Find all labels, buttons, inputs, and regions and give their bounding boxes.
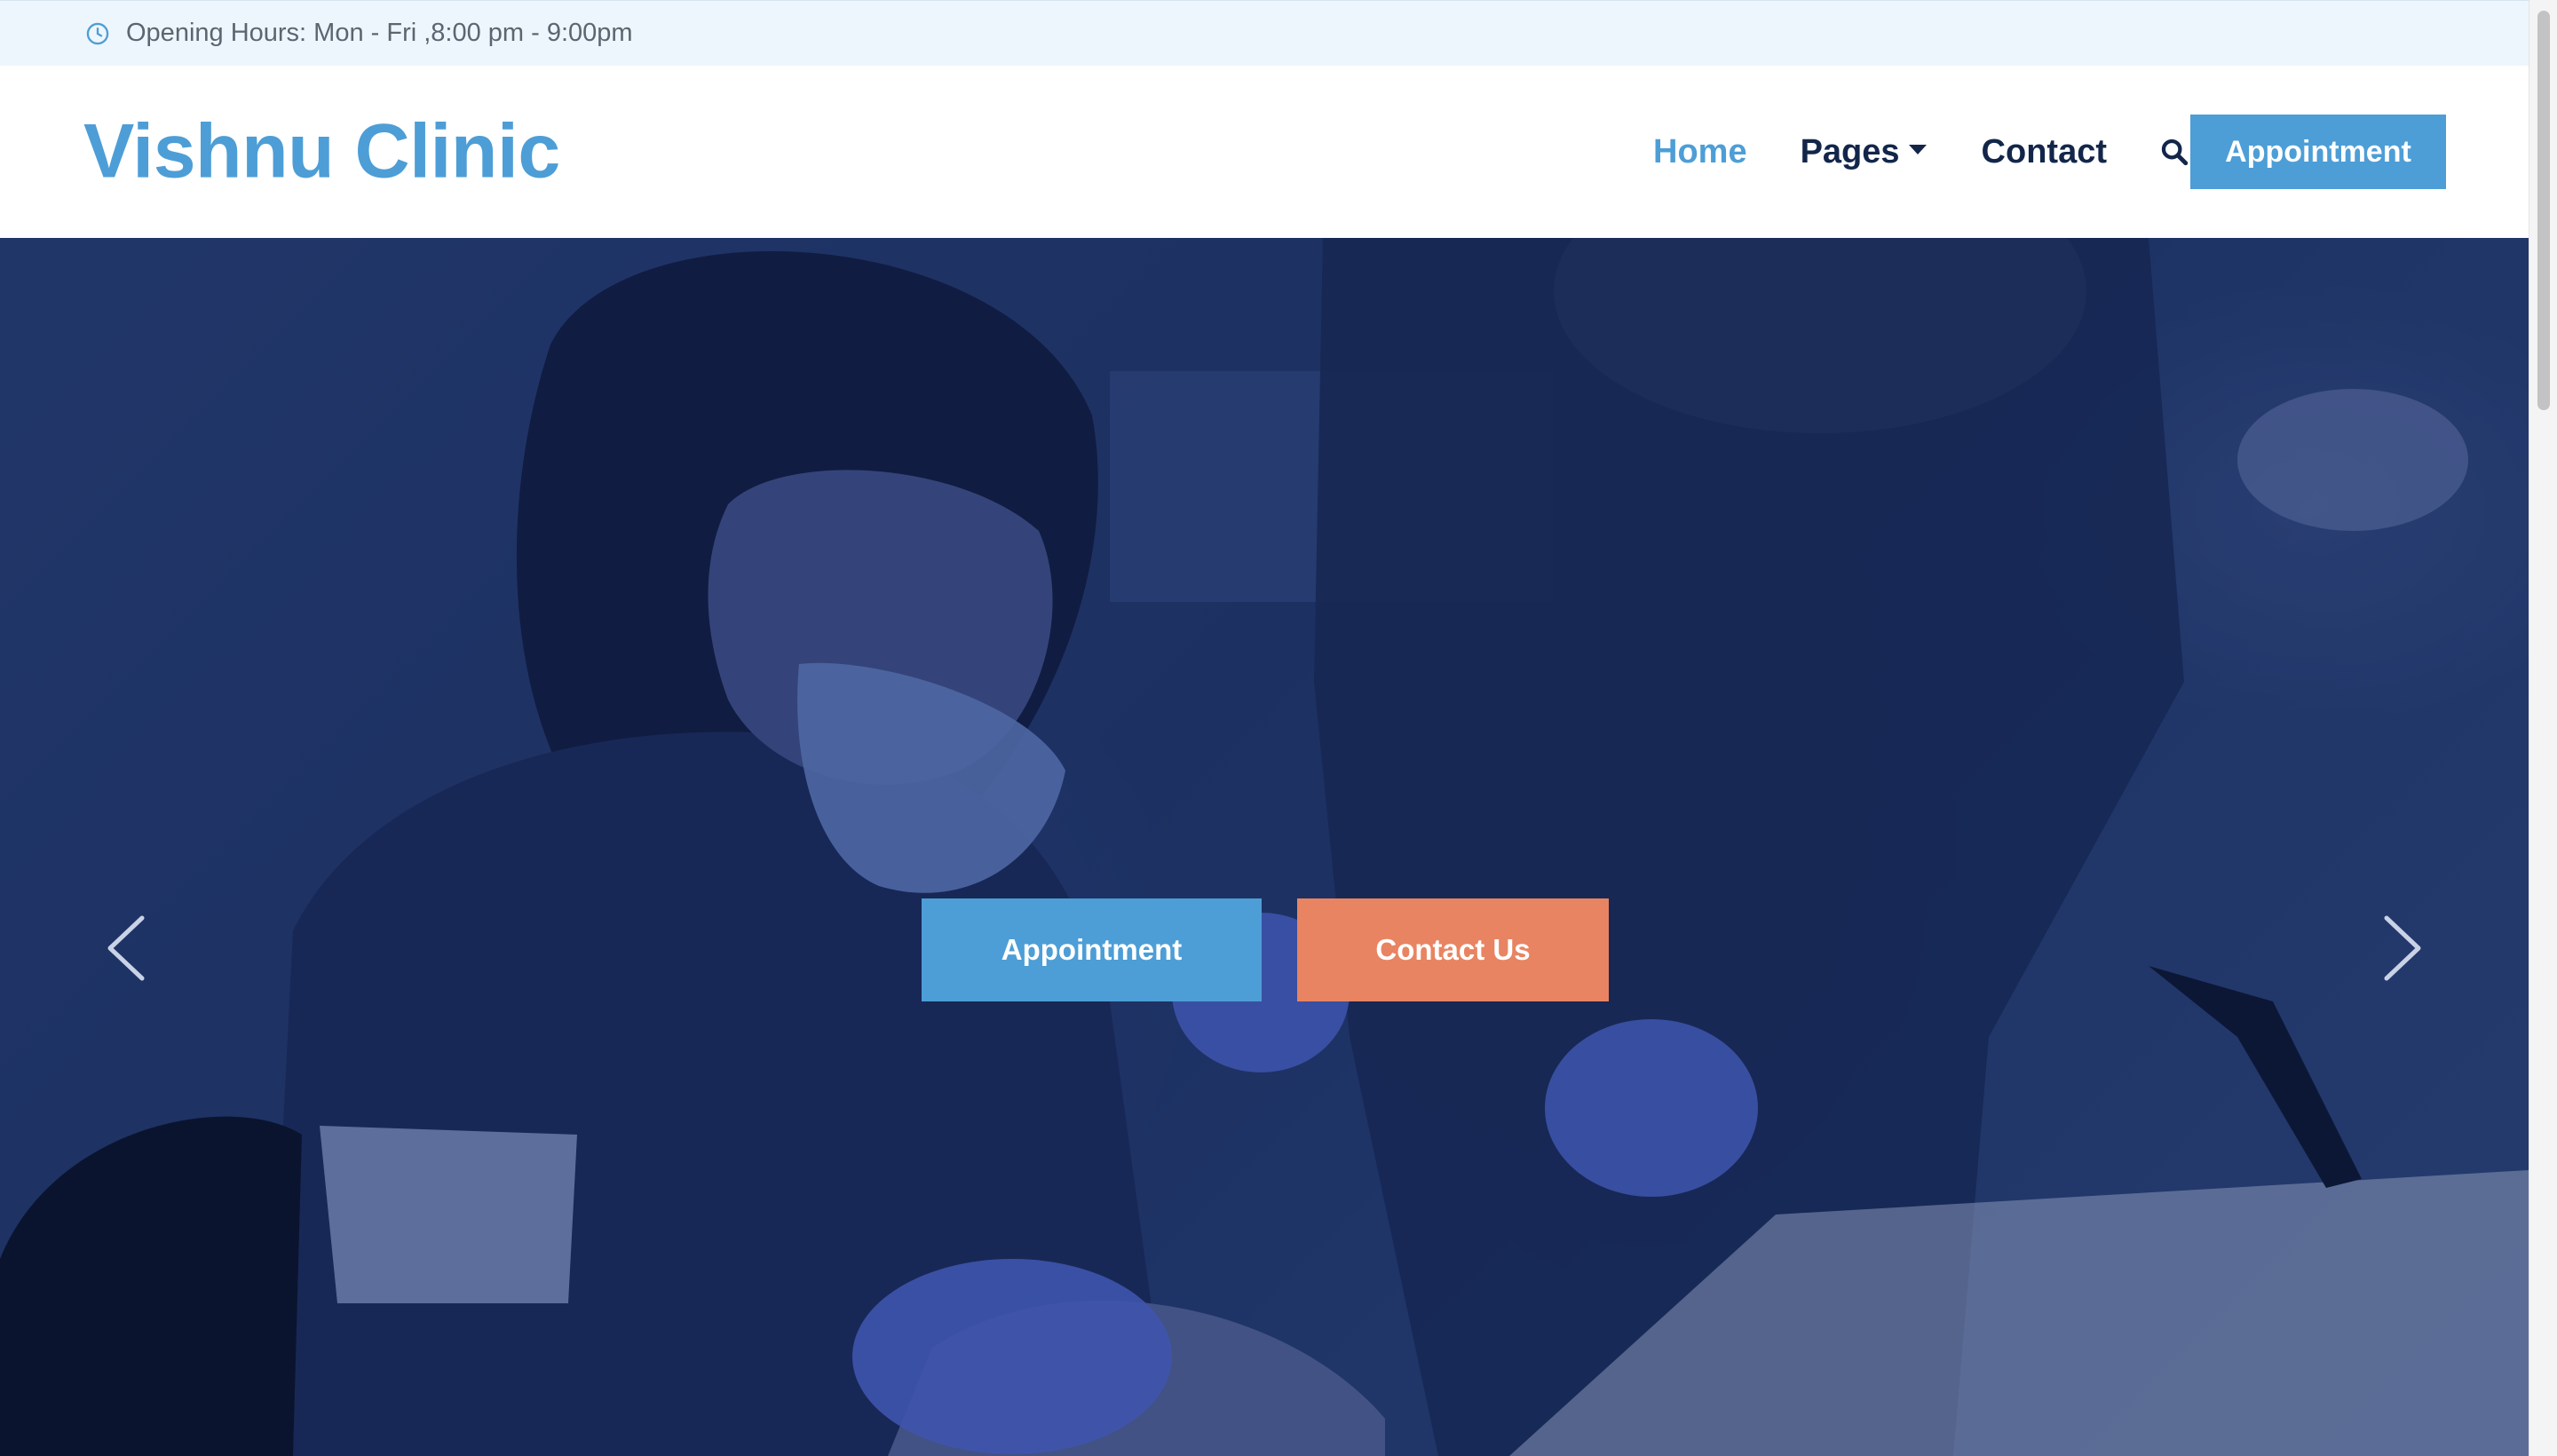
nav-pages-label: Pages: [1800, 132, 1900, 170]
nav-home-link[interactable]: Home: [1653, 133, 1747, 171]
hero-overlay: [0, 238, 2529, 1456]
header-appointment-button[interactable]: Appointment: [2190, 115, 2446, 189]
nav-links: Home Pages Contact: [1653, 66, 2192, 238]
search-button[interactable]: [2157, 134, 2192, 170]
opening-hours-text: Opening Hours: Mon - Fri ,8:00 pm - 9:00…: [126, 19, 633, 47]
clock-icon: [86, 22, 109, 44]
main-navbar: Vishnu Clinic Home Pages Contact Appoint…: [0, 66, 2529, 238]
nav-pages-dropdown[interactable]: Pages: [1801, 133, 1927, 171]
hero-appointment-button[interactable]: Appointment: [922, 898, 1262, 1001]
hero-contact-us-button[interactable]: Contact Us: [1297, 898, 1609, 1001]
top-info-bar: Opening Hours: Mon - Fri ,8:00 pm - 9:00…: [0, 0, 2529, 66]
caret-down-icon: [1908, 144, 1927, 154]
nav-contact-link[interactable]: Contact: [1982, 133, 2107, 171]
search-icon: [2161, 138, 2189, 166]
brand-logo[interactable]: Vishnu Clinic: [83, 108, 560, 196]
chevron-right-icon[interactable]: [2371, 904, 2433, 993]
page-scrollbar[interactable]: [2529, 0, 2557, 1456]
chevron-left-icon[interactable]: [96, 904, 158, 993]
scrollbar-thumb[interactable]: [2537, 11, 2550, 410]
hero-slider: Appointment Contact Us: [0, 238, 2529, 1456]
